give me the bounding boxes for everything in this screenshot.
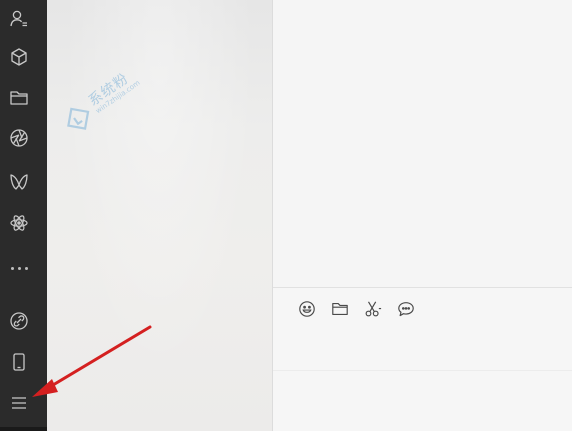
cube-icon[interactable] bbox=[6, 44, 32, 70]
scissors-icon[interactable] bbox=[362, 298, 384, 320]
sidebar bbox=[0, 0, 47, 431]
sidebar-bottom-bar bbox=[0, 427, 47, 431]
aperture-icon[interactable] bbox=[6, 125, 32, 151]
hamburger-menu-icon[interactable] bbox=[6, 390, 32, 416]
chat-toolbar bbox=[296, 298, 417, 320]
phone-icon[interactable] bbox=[6, 349, 32, 375]
more-dots-icon[interactable] bbox=[6, 258, 32, 278]
link-circle-icon[interactable] bbox=[6, 308, 32, 334]
atom-icon[interactable] bbox=[6, 210, 32, 236]
contacts-icon[interactable] bbox=[6, 5, 32, 31]
input-divider bbox=[273, 370, 572, 371]
butterfly-icon[interactable] bbox=[6, 169, 32, 195]
toolbar-divider bbox=[273, 287, 572, 288]
smiley-icon[interactable] bbox=[296, 298, 318, 320]
chat-message-area bbox=[273, 0, 572, 287]
chat-bubble-icon[interactable] bbox=[395, 298, 417, 320]
folder-icon[interactable] bbox=[6, 85, 32, 111]
folder-icon[interactable] bbox=[329, 298, 351, 320]
